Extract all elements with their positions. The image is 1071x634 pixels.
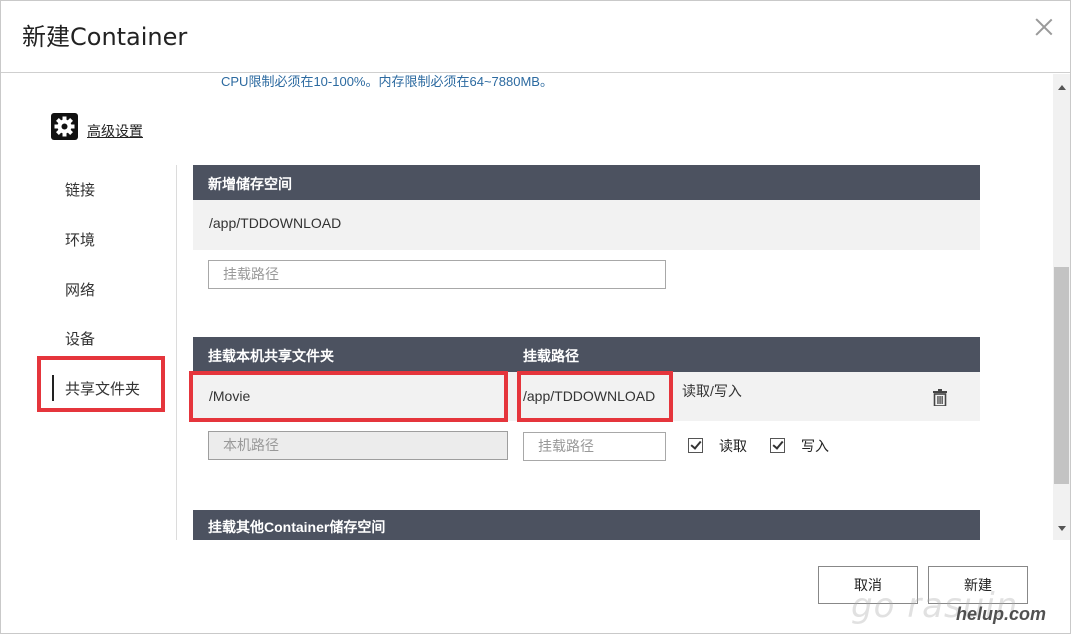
scroll-up-arrow-icon[interactable] <box>1058 85 1066 90</box>
shared-mount-path-input[interactable]: 挂载路径 <box>523 432 666 461</box>
new-storage-header: 新增储存空间 <box>193 165 980 200</box>
mount-path-highlight <box>517 371 673 422</box>
new-container-dialog: 新建Container CPU限制必须在10-100%。内存限制必须在64~78… <box>0 0 1071 634</box>
shared-folder-permission: 读取/写入 <box>682 383 742 399</box>
local-path-input[interactable]: 本机路径 <box>208 431 508 460</box>
shared-folder-header-local: 挂载本机共享文件夹 <box>208 348 334 364</box>
write-checkbox[interactable] <box>770 438 785 453</box>
resource-limit-hint: CPU限制必须在10-100%。内存限制必须在64~7880MB。 <box>221 74 553 89</box>
nav-item-device[interactable]: 设备 <box>65 328 95 349</box>
nav-highlight-box <box>37 356 165 412</box>
advanced-settings-link[interactable]: 高级设置 <box>87 121 143 141</box>
close-icon[interactable] <box>1032 15 1056 39</box>
other-storage-header: 挂载其他Container储存空间 <box>193 510 980 540</box>
advanced-settings[interactable]: 高级设置 <box>51 112 143 140</box>
read-checkbox[interactable] <box>688 438 703 453</box>
local-path-highlight <box>189 371 508 422</box>
watermark-site: helup.com <box>956 604 1047 624</box>
scrollbar-thumb[interactable] <box>1054 267 1069 484</box>
nav-item-network[interactable]: 网络 <box>65 279 95 300</box>
new-storage-path: /app/TDDOWNLOAD <box>209 215 342 231</box>
new-storage-header-label: 新增储存空间 <box>208 176 292 192</box>
new-storage-row: /app/TDDOWNLOAD <box>193 200 980 250</box>
nav-active-indicator <box>52 375 54 401</box>
shared-folder-header-mount: 挂载路径 <box>523 348 579 364</box>
nav-item-environment[interactable]: 环境 <box>65 229 95 250</box>
new-storage-mount-input[interactable]: 挂载路径 <box>208 260 666 289</box>
write-label: 写入 <box>801 438 829 454</box>
nav-item-link[interactable]: 链接 <box>65 179 95 200</box>
shared-folder-header: 挂载本机共享文件夹 挂载路径 <box>193 337 980 372</box>
scroll-down-arrow-icon[interactable] <box>1058 526 1066 531</box>
read-label: 读取 <box>719 438 747 454</box>
dialog-title: 新建Container <box>22 23 188 51</box>
dialog-header: 新建Container <box>1 1 1070 73</box>
settings-side-nav: 链接 环境 网络 设备 共享文件夹 <box>41 165 177 540</box>
other-storage-header-label: 挂载其他Container储存空间 <box>208 519 386 535</box>
gear-icon <box>51 112 78 140</box>
trash-icon[interactable] <box>933 389 947 406</box>
